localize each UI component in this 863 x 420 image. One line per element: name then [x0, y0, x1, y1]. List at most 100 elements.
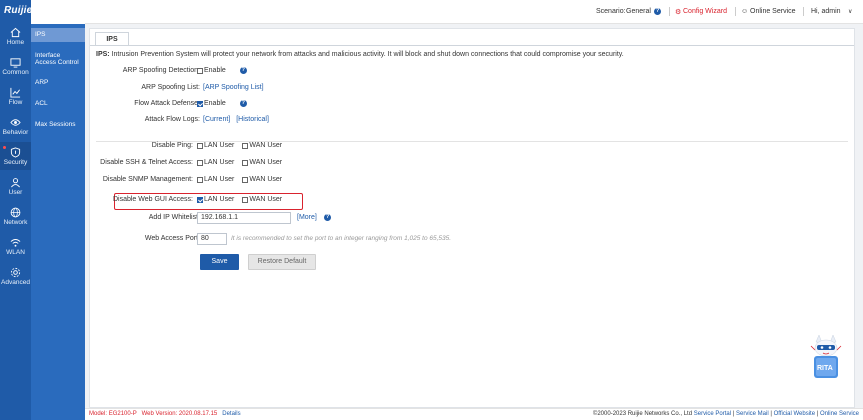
disable-web-gui-lan-label: LAN User — [204, 196, 235, 203]
disable-ping-lan-checkbox[interactable] — [197, 142, 203, 149]
nav-user[interactable]: User — [0, 172, 31, 200]
content-area: IPS IPS: Intrusion Prevention System wil… — [85, 24, 863, 408]
version-label: Web Version: — [141, 411, 178, 417]
disable-ssh-wan-checkbox[interactable] — [242, 159, 249, 166]
restore-default-button[interactable]: Restore Default — [248, 254, 316, 270]
flow-attack-defense-checkbox[interactable] — [197, 100, 203, 107]
nav-label: Advanced — [1, 278, 30, 286]
nav-security[interactable]: Security — [0, 142, 31, 170]
submenu-ips[interactable]: IPS — [31, 28, 85, 42]
tab-ips[interactable]: IPS — [95, 32, 129, 46]
chart-icon — [10, 87, 21, 98]
attack-flow-logs-current-link[interactable]: [Current] — [203, 116, 230, 123]
flow-attack-defense-label: Flow Attack Defense: — [134, 100, 200, 107]
arp-spoofing-detection-option: Enable — [204, 67, 226, 74]
attack-flow-logs-historical-link[interactable]: [Historical] — [236, 116, 269, 123]
chevron-down-icon[interactable]: ∨ — [848, 8, 852, 15]
arp-spoofing-list-link[interactable]: [ARP Spoofing List] — [203, 84, 264, 91]
disable-ssh-label: Disable SSH & Telnet Access: — [100, 159, 193, 166]
disable-ping-field: LAN User WAN User — [197, 142, 282, 149]
model-label: Model: — [89, 411, 108, 417]
nav-flow[interactable]: Flow — [0, 82, 31, 110]
nav-label: Flow — [8, 98, 23, 106]
shield-icon — [10, 146, 21, 158]
user-greeting[interactable]: Hi, admin — [811, 8, 841, 15]
scenario-value[interactable]: General — [626, 8, 651, 15]
copyright-text: ©2000-2023 Ruijie Networks Co., Ltd — [592, 411, 693, 417]
header-separator — [669, 7, 670, 16]
web-access-port-label: Web Access Port: — [144, 235, 200, 242]
disable-ping-wan-checkbox[interactable] — [242, 142, 249, 149]
security-submenu: IPS Interface Access Control ARP ACL Max… — [31, 24, 85, 420]
online-service-footer-link[interactable]: Online Service — [820, 411, 859, 417]
disable-ping-label: Disable Ping: — [151, 142, 193, 149]
nav-label: User — [8, 188, 23, 196]
web-access-port-hint: It is recommended to set the port to an … — [231, 235, 452, 242]
nav-wlan[interactable]: WLAN — [0, 232, 31, 260]
disable-web-gui-lan-checkbox[interactable] — [197, 196, 203, 203]
online-service-link[interactable]: Online Service — [750, 8, 796, 15]
main-nav: Ruijie EG Home Common Flow Behavior Secu… — [0, 0, 50, 420]
active-dot — [3, 146, 6, 149]
disable-web-gui-wan-checkbox[interactable] — [242, 196, 249, 203]
nav-label: Network — [3, 218, 28, 226]
nav-home[interactable]: Home — [0, 22, 31, 50]
disable-web-gui-label: Disable Web GUI Access: — [112, 196, 193, 203]
details-link[interactable]: Details — [222, 411, 240, 417]
rita-label: RITA — [817, 365, 833, 372]
nav-label: Behavior — [2, 128, 29, 136]
description-text: Intrusion Prevention System will protect… — [109, 51, 624, 58]
help-icon[interactable]: ? — [239, 100, 247, 107]
footer: Model: EG2100-P Web Version: 2020.08.17.… — [85, 408, 863, 420]
web-access-port-input[interactable]: 80 — [197, 233, 227, 245]
attack-flow-logs-label: Attack Flow Logs: — [144, 116, 200, 123]
nav-advanced[interactable]: Advanced — [0, 262, 31, 290]
ips-panel: IPS IPS: Intrusion Prevention System wil… — [89, 28, 855, 408]
home-icon — [10, 27, 21, 37]
ip-whitelist-input[interactable]: 192.168.1.1 — [197, 212, 291, 224]
arp-spoofing-list-field: [ARP Spoofing List] — [203, 84, 264, 91]
disable-snmp-wan-checkbox[interactable] — [242, 176, 249, 183]
nav-common[interactable]: Common — [0, 52, 31, 80]
config-wizard-icon: ⚙ — [675, 9, 682, 16]
help-icon[interactable]: ? — [239, 67, 247, 74]
nav-network[interactable]: Network — [0, 202, 31, 230]
disable-snmp-wan-label: WAN User — [249, 176, 283, 183]
disable-ssh-lan-label: LAN User — [204, 159, 235, 166]
arp-spoofing-detection-checkbox[interactable] — [197, 67, 203, 74]
header-separator — [803, 7, 804, 16]
disable-ssh-wan-label: WAN User — [249, 159, 283, 166]
header-separator — [735, 7, 736, 16]
arp-spoofing-detection-label: ARP Spoofing Detection: — [122, 67, 200, 74]
config-wizard-link[interactable]: Config Wizard — [683, 8, 727, 15]
eye-icon — [10, 118, 21, 126]
disable-web-gui-wan-label: WAN User — [249, 196, 283, 203]
submenu-acl[interactable]: ACL — [31, 97, 85, 111]
ip-whitelist-more-link[interactable]: [More] — [297, 214, 317, 221]
submenu-max-sessions[interactable]: Max Sessions — [31, 118, 85, 132]
nav-behavior[interactable]: Behavior — [0, 112, 31, 140]
disable-ssh-lan-checkbox[interactable] — [197, 159, 203, 166]
monitor-icon — [10, 57, 21, 68]
disable-snmp-label: Disable SNMP Management: — [102, 176, 193, 183]
nav-label: Security — [3, 158, 28, 166]
product-name: EG — [36, 5, 51, 15]
nav-label: Common — [2, 68, 29, 76]
ip-whitelist-label: Add IP Whitelist: — [148, 214, 200, 221]
save-button[interactable]: Save — [200, 254, 239, 270]
footer-left: Model: EG2100-P Web Version: 2020.08.17.… — [89, 411, 241, 417]
disable-snmp-lan-checkbox[interactable] — [197, 176, 203, 183]
disable-web-gui-field: LAN User WAN User — [197, 196, 282, 203]
globe-icon — [10, 207, 21, 217]
help-icon[interactable]: ? — [324, 214, 331, 221]
service-mail-link[interactable]: Service Mail — [736, 411, 769, 417]
submenu-arp[interactable]: ARP — [31, 76, 85, 90]
scenario-help-icon[interactable]: ? — [654, 8, 661, 15]
wifi-icon — [10, 238, 21, 247]
disable-ssh-field: LAN User WAN User — [197, 159, 282, 166]
official-website-link[interactable]: Official Website — [774, 411, 815, 417]
service-portal-link[interactable]: Service Portal — [694, 411, 731, 417]
top-header: Scenario: General ? ⚙ Config Wizard ☺ On… — [85, 0, 863, 24]
submenu-interface-access-control[interactable]: Interface Access Control — [31, 50, 85, 68]
rita-assistant[interactable]: RITA — [810, 330, 842, 380]
